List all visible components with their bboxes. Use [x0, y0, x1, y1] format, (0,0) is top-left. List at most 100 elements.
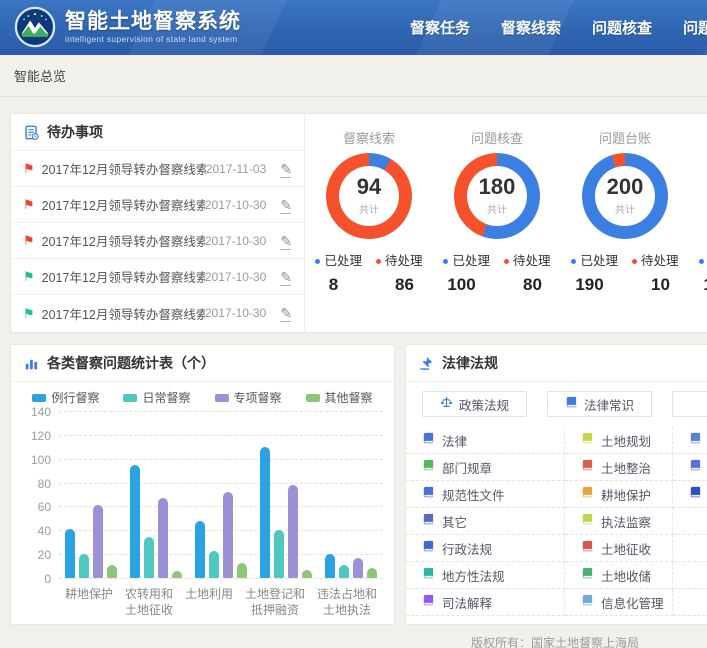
legend-item: 已处理 [315, 250, 362, 269]
donut-values: 886 [305, 275, 433, 295]
law-link[interactable]: 部门规章 [406, 454, 565, 481]
law-link[interactable]: 信息化管理 [565, 589, 673, 616]
bar[interactable] [353, 558, 363, 578]
legend-item: 例行督察 [32, 389, 99, 406]
bar[interactable] [65, 529, 75, 578]
donut-chart-title: 督察任务 [689, 128, 707, 146]
legend-label: 其他督察 [325, 389, 373, 406]
bar[interactable] [223, 492, 233, 578]
law-link[interactable]: 土地征收 [565, 535, 673, 562]
donut-value: 190 [561, 275, 618, 295]
bar-group [320, 411, 382, 578]
bar[interactable] [302, 570, 312, 578]
scale-icon [440, 396, 453, 412]
bar-group [60, 411, 122, 578]
legend-item: 日常督察 [123, 389, 190, 406]
donut-total: 94共计 [339, 166, 399, 226]
donut-chart-title: 督察线索 [305, 128, 433, 146]
donut-legend: 已处理待处理 [433, 250, 561, 269]
bar[interactable] [107, 565, 117, 578]
law-link[interactable]: 其它 [406, 508, 565, 535]
law-link-label: 司法解释 [442, 593, 492, 612]
bar-group [255, 411, 317, 578]
law-link-label: 其它 [442, 512, 467, 531]
legend-dot-icon [699, 259, 704, 264]
law-tab[interactable] [672, 391, 707, 417]
law-link[interactable]: 地方性法规 [406, 562, 565, 589]
laws-link-grid: 法律土地规划部门规章 土地整治规范性文件 耕地保护其它 执法监察行政法规 土地征收地方性… [406, 427, 707, 616]
donut-chart: 问题台账200共计已处理待处理19010 [561, 114, 689, 332]
bar[interactable] [274, 530, 284, 578]
nav-item[interactable]: 督察线索 [501, 17, 561, 38]
law-link[interactable] [673, 481, 707, 508]
legend-dot-icon [376, 259, 381, 264]
law-link[interactable]: 规范性文件 [406, 481, 565, 508]
law-link-label: 规范性文件 [442, 485, 505, 504]
gavel-icon [419, 356, 434, 371]
bar[interactable] [288, 485, 298, 578]
bar[interactable] [209, 551, 219, 578]
legend-item: 其他督察 [306, 389, 373, 406]
law-link-label: 行政法规 [442, 539, 492, 558]
donut-legend: 已处理待处理 [305, 250, 433, 269]
law-link[interactable]: 司法解释 [406, 589, 565, 616]
donut-chart: 问题核查180共计已处理待处理10080 [433, 114, 561, 332]
edit-icon[interactable]: ✎ [280, 234, 292, 248]
bar[interactable] [237, 563, 247, 579]
bar[interactable] [195, 521, 205, 578]
bar[interactable] [325, 554, 335, 578]
bar-chart-legend: 例行督察日常督察专项督察其他督察 [11, 389, 394, 406]
bar[interactable] [367, 568, 377, 578]
bar-chart-title: 各类督察问题统计表（个） [47, 353, 215, 373]
bar[interactable] [93, 505, 103, 578]
bar[interactable] [130, 465, 140, 578]
bar[interactable] [260, 447, 270, 578]
todo-item-date: 2017-10-30 [205, 198, 266, 212]
x-axis-label: 土地利用 [185, 586, 233, 618]
law-link[interactable] [673, 454, 707, 481]
book-icon [422, 432, 435, 448]
todo-item-text: 2017年12月领导转办督察线索 [42, 304, 205, 323]
bar[interactable] [339, 565, 349, 578]
edit-icon[interactable]: ✎ [280, 270, 292, 284]
nav-item[interactable]: 问题核查 [592, 17, 652, 38]
bar-chart-plot: 140120100806040200 耕地保护农转用和 土地征收土地利用土地登记… [21, 411, 387, 631]
law-link[interactable]: 土地整治 [565, 454, 673, 481]
law-link[interactable]: 行政法规 [406, 535, 565, 562]
law-link[interactable]: 土地收储 [565, 562, 673, 589]
flag-icon: ⚑ [23, 234, 35, 247]
law-link-label: 土地整治 [601, 458, 651, 477]
nav-item[interactable]: 督察任务 [410, 17, 470, 38]
footer-copyright: 版权所有：国家土地督察上海局 [405, 634, 705, 648]
law-link[interactable]: 法律 [406, 427, 565, 454]
law-link-label: 土地收储 [601, 566, 651, 585]
bar-chart-xlabels: 耕地保护农转用和 土地征收土地利用土地登记和 抵押融资违法占地和 土地执法 [59, 586, 383, 618]
law-link-label: 执法监察 [601, 512, 651, 531]
law-link[interactable]: 土地规划 [565, 427, 673, 454]
law-link[interactable]: 执法监察 [565, 508, 673, 535]
todo-item: ⚑2017年12月领导转办督察线索2017-10-30✎ [11, 223, 304, 259]
law-link[interactable]: 耕地保护 [565, 481, 673, 508]
edit-icon[interactable]: ✎ [280, 162, 292, 176]
law-link[interactable] [673, 427, 707, 454]
law-tab[interactable]: 政策法规 [422, 391, 527, 417]
book-icon [422, 540, 435, 556]
book-icon [565, 396, 578, 412]
bar[interactable] [144, 537, 154, 578]
bar[interactable] [79, 554, 89, 578]
edit-icon[interactable]: ✎ [280, 306, 292, 320]
law-tab[interactable]: 法律常识 [547, 391, 652, 417]
flag-icon: ⚑ [23, 162, 35, 175]
book-icon [422, 459, 435, 475]
edit-icon[interactable]: ✎ [280, 198, 292, 212]
bar[interactable] [158, 498, 168, 578]
donut-values: 175 [689, 275, 707, 295]
legend-swatch-icon [123, 394, 137, 402]
nav-item[interactable]: 问题台账 [683, 17, 707, 38]
bar[interactable] [172, 571, 182, 578]
todo-item-date: 2017-10-30 [205, 270, 266, 284]
donut-ring: 94共计 [326, 153, 412, 239]
app-subtitle: intelligent supervision of state land sy… [65, 34, 241, 44]
book-icon [581, 486, 594, 502]
divider [0, 96, 707, 97]
